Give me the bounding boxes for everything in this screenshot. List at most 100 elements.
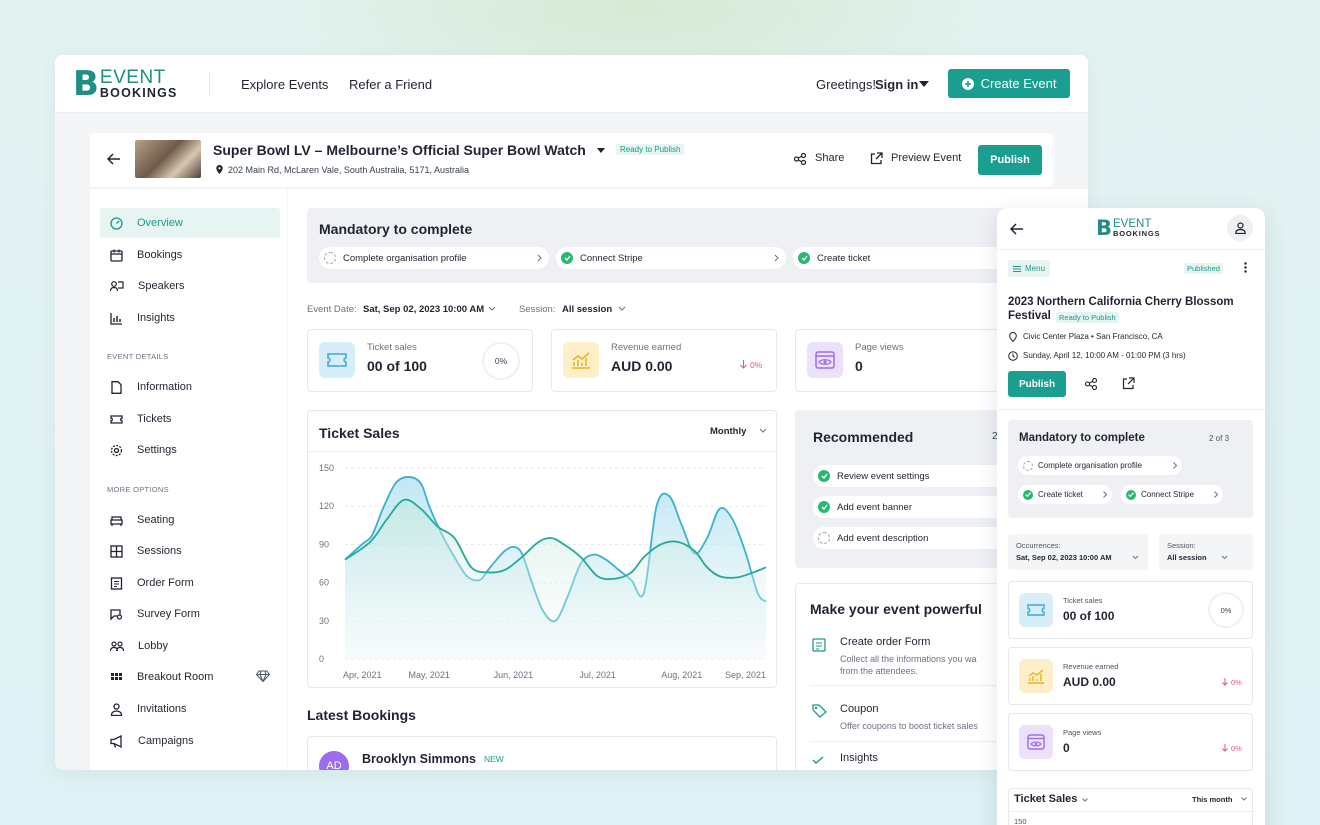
published-badge: Published (1184, 263, 1223, 274)
recommended-item-label: Add event banner (837, 501, 913, 513)
menu-label: Menu (1025, 264, 1046, 273)
mandatory-count: 2 of 3 (1209, 434, 1230, 443)
y-tick-label: 60 (319, 578, 329, 588)
sign-in-link[interactable]: Sign in (875, 77, 918, 92)
sidebar-item-insights[interactable]: Insights (100, 303, 280, 333)
location-pin-icon (216, 165, 223, 174)
back-arrow-icon[interactable] (1010, 223, 1024, 235)
sidebar-item-label: Tickets (137, 413, 172, 425)
arrow-down-icon (740, 360, 747, 369)
session-select[interactable]: Session: All session (1159, 534, 1253, 570)
check-circle-icon (1023, 489, 1033, 500)
check-circle-icon (798, 252, 810, 264)
mandatory-item[interactable]: Complete organisation profile (319, 247, 549, 269)
feature-title[interactable]: Create order Form (840, 636, 930, 648)
sidebar-item-seating[interactable]: Seating (100, 505, 280, 535)
coupon-tag-icon (812, 704, 827, 718)
publish-button[interactable]: Publish (1008, 371, 1066, 397)
sidebar-item-order-form[interactable]: Order Form (100, 568, 280, 598)
chart-period-select[interactable]: Monthly (710, 426, 746, 437)
sidebar-item-bookings[interactable]: Bookings (100, 240, 280, 270)
back-arrow-icon[interactable] (107, 153, 121, 165)
event-date-label: Event Date: (307, 304, 357, 315)
create-event-button[interactable]: Create Event (948, 69, 1070, 98)
feature-title[interactable]: Coupon (840, 703, 879, 715)
sidebar-item-breakout-room[interactable]: Breakout Room (100, 662, 280, 692)
explore-events-link[interactable]: Explore Events (241, 77, 328, 92)
check-circle-icon (818, 501, 830, 513)
avatar: AD (319, 751, 349, 770)
session-label: Session: (1167, 541, 1196, 550)
recommended-title: Recommended (813, 429, 914, 445)
x-tick-label: Apr, 2021 (343, 670, 382, 680)
sidebar-item-settings[interactable]: Settings (100, 435, 280, 465)
x-tick-label: Aug, 2021 (661, 670, 702, 680)
share-icon[interactable] (1085, 378, 1097, 390)
sidebar-item-label: Settings (137, 444, 177, 456)
event-location: Civic Center Plaza • San Francisco, CA (1023, 332, 1163, 341)
session-select[interactable]: All session (562, 304, 612, 315)
sidebar-item-information[interactable]: Information (100, 372, 280, 402)
speaker-icon (110, 280, 124, 293)
chevron-down-icon[interactable] (759, 428, 767, 433)
x-tick-label: Sep, 2021 (725, 670, 766, 680)
chart-title: Ticket Sales (1014, 793, 1078, 805)
y-tick-label: 120 (319, 501, 334, 511)
share-button[interactable]: Share (815, 152, 844, 164)
feature-desc: Collect all the informations you wa (840, 654, 977, 664)
dots-grid-icon (110, 671, 123, 684)
revenue-chart-icon (563, 342, 599, 378)
occurrences-select[interactable]: Occurrences: Sat, Sep 02, 2023 10:00 AM (1008, 534, 1148, 570)
refer-friend-link[interactable]: Refer a Friend (349, 77, 432, 92)
mandatory-title: Mandatory to complete (1019, 432, 1145, 444)
publish-button[interactable]: Publish (978, 145, 1042, 175)
mandatory-item[interactable]: Connect Stripe (1121, 485, 1223, 504)
chevron-down-icon[interactable] (618, 306, 626, 311)
more-vertical-icon[interactable] (1244, 262, 1247, 273)
series-area (345, 499, 766, 659)
feature-title[interactable]: Insights (840, 752, 878, 764)
mandatory-item[interactable]: Create ticket (1018, 485, 1112, 504)
stat-label: Revenue earned (611, 342, 682, 353)
ticket-icon (1019, 593, 1053, 627)
booking-row[interactable]: AD Brooklyn Simmons NEW (307, 736, 777, 770)
booking-name: Brooklyn Simmons (362, 752, 476, 766)
app-logo[interactable]: B EVENT BOOKINGS (1096, 218, 1160, 239)
chevron-down-icon[interactable] (1082, 798, 1088, 802)
chevron-down-icon[interactable] (1241, 797, 1247, 801)
sidebar-item-sessions[interactable]: Sessions (100, 536, 280, 566)
sidebar-item-label: Bookings (137, 249, 183, 261)
y-tick-label: 0 (319, 654, 324, 664)
share-icon[interactable] (794, 153, 806, 165)
sidebar-item-survey-form[interactable]: Survey Form (100, 599, 280, 629)
event-date-select[interactable]: Sat, Sep 02, 2023 10:00 AM (363, 304, 484, 315)
caret-down-icon[interactable] (597, 148, 605, 153)
sidebar-item-invitations[interactable]: Invitations (100, 694, 280, 724)
chevron-down-icon[interactable] (919, 81, 929, 87)
sidebar-item-overview[interactable]: Overview (100, 208, 280, 238)
chart-period-select[interactable]: This month (1192, 795, 1232, 804)
revenue-card: Revenue earned AUD 0.00 0% (1008, 647, 1253, 705)
external-link-icon[interactable] (1122, 377, 1135, 390)
event-title: 2023 Northern California Cherry Blossom (1008, 296, 1234, 308)
menu-button[interactable]: Menu (1008, 260, 1051, 277)
pending-circle-icon (324, 252, 336, 264)
preview-event-button[interactable]: Preview Event (891, 152, 961, 164)
external-link-icon[interactable] (870, 152, 883, 165)
mandatory-item[interactable]: Connect Stripe (556, 247, 786, 269)
event-title[interactable]: Super Bowl LV – Melbourne’s Official Sup… (213, 142, 586, 158)
chevron-down-icon[interactable] (488, 306, 496, 311)
sidebar-item-lobby[interactable]: Lobby (100, 631, 280, 661)
profile-icon[interactable] (1227, 215, 1253, 241)
hamburger-icon (1013, 265, 1021, 272)
sidebar-item-campaigns[interactable]: Campaigns (100, 726, 280, 756)
sidebar-item-label: Lobby (138, 640, 168, 652)
sidebar-item-label: Information (137, 381, 193, 393)
sidebar-item-label: Insights (137, 312, 175, 324)
sidebar-item-label: Survey Form (137, 608, 200, 620)
x-tick-label: Jun, 2021 (494, 670, 534, 680)
sidebar-item-tickets[interactable]: Tickets (100, 404, 280, 434)
app-logo[interactable]: B EVENT BOOKINGS (73, 67, 178, 101)
sidebar-item-speakers[interactable]: Speakers (100, 271, 280, 301)
mandatory-item[interactable]: Complete organisation profile (1018, 456, 1182, 475)
